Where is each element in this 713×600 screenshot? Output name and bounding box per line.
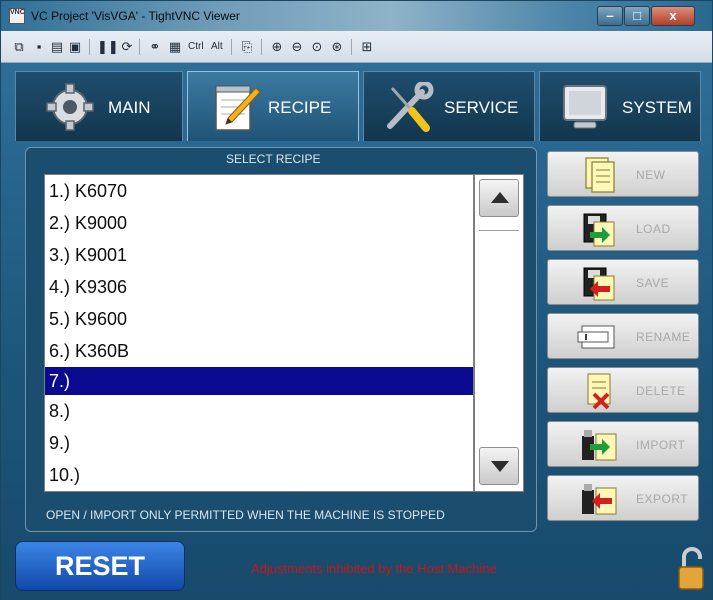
load-button[interactable]: LOAD	[547, 205, 699, 251]
list-item[interactable]: 3.) K9001	[45, 239, 473, 271]
zoom-in-icon[interactable]: ⊕	[269, 39, 285, 55]
tab-recipe[interactable]: RECIPE	[187, 71, 359, 141]
toolbar-separator	[261, 39, 262, 55]
refresh-icon[interactable]: ⟳	[119, 39, 135, 55]
toolbar-separator	[139, 39, 140, 55]
zoom-100-icon[interactable]: ⊙	[309, 39, 325, 55]
main-tab-bar: MAIN RECIPE SERVICE SYSTEM	[15, 71, 701, 141]
tab-system-label: SYSTEM	[622, 98, 692, 117]
tab-recipe-label: RECIPE	[268, 98, 332, 117]
copy-icon[interactable]: ⎘	[239, 39, 255, 55]
scroll-track[interactable]	[479, 223, 519, 231]
save-button-label: SAVE	[636, 276, 670, 290]
hmi-screen: MAIN RECIPE SERVICE SYSTEM SELECT RECIPE…	[1, 63, 712, 600]
rename-icon	[577, 325, 615, 349]
scroll-down-button[interactable]	[479, 447, 519, 485]
save-icon[interactable]: ▪	[31, 39, 47, 55]
options-icon[interactable]: ▤	[49, 39, 65, 55]
load-disk-icon	[583, 213, 615, 247]
tab-main[interactable]: MAIN	[15, 71, 183, 141]
ctrl-key-button[interactable]: Ctrl	[188, 41, 204, 52]
recipe-list[interactable]: 1.) K6070 2.) K9000 3.) K9001 4.) K9306 …	[44, 174, 474, 492]
list-item[interactable]: 9.)	[45, 427, 473, 459]
alt-key-button[interactable]: Alt	[211, 41, 223, 52]
list-item[interactable]: 5.) K9600	[45, 303, 473, 335]
gear-icon	[46, 83, 94, 131]
zoom-out-icon[interactable]: ⊖	[289, 39, 305, 55]
arrow-up-icon	[491, 192, 509, 203]
vnc-window: VNC VC Project 'VisVGA' - TightVNC Viewe…	[0, 0, 713, 600]
delete-button-label: DELETE	[636, 384, 686, 398]
toolbar-separator	[351, 39, 352, 55]
monitor-icon	[563, 85, 607, 129]
export-button[interactable]: EXPORT	[547, 475, 699, 521]
delete-button[interactable]: DELETE	[547, 367, 699, 413]
save-button[interactable]: SAVE	[547, 259, 699, 305]
list-item[interactable]: 2.) K9000	[45, 207, 473, 239]
recipe-panel: SELECT RECIPE 1.) K6070 2.) K9000 3.) K9…	[25, 147, 537, 532]
list-item[interactable]: 6.) K360B	[45, 335, 473, 367]
import-button[interactable]: IMPORT	[547, 421, 699, 467]
new-document-icon	[585, 157, 615, 193]
status-warning: Adjustments inhibited by the Host Machin…	[251, 561, 497, 576]
vnc-app-icon[interactable]: VNC	[9, 8, 25, 24]
list-item[interactable]: 10.)	[45, 459, 473, 491]
send-ctrl-esc-icon[interactable]: ▦	[167, 39, 183, 55]
list-item[interactable]: 1.) K6070	[45, 175, 473, 207]
panel-title: SELECT RECIPE	[226, 152, 321, 166]
reset-button[interactable]: RESET	[15, 541, 185, 591]
vnc-toolbar: ⧉ ▪ ▤ ▣ ❚❚ ⟳ ⚭ ▦ Ctrl Alt ⎘ ⊕ ⊖ ⊙ ⊛ ⊞	[1, 31, 712, 63]
save-disk-icon	[583, 267, 615, 301]
close-button[interactable]: x	[651, 6, 695, 26]
export-button-label: EXPORT	[636, 492, 689, 506]
import-usb-icon	[582, 430, 617, 461]
delete-document-icon	[587, 373, 611, 410]
permission-note: OPEN / IMPORT ONLY PERMITTED WHEN THE MA…	[46, 508, 445, 522]
list-item-selected[interactable]: 7.)	[45, 367, 473, 395]
arrow-down-icon	[491, 461, 509, 472]
tab-service[interactable]: SERVICE	[363, 71, 535, 141]
new-connection-icon[interactable]: ⧉	[11, 39, 27, 55]
window-title: VC Project 'VisVGA' - TightVNC Viewer	[31, 9, 240, 23]
title-bar: VNC VC Project 'VisVGA' - TightVNC Viewe…	[1, 1, 712, 31]
zoom-auto-icon[interactable]: ⊛	[329, 39, 345, 55]
rename-button[interactable]: RENAME	[547, 313, 699, 359]
wrench-screwdriver-icon	[387, 82, 434, 132]
load-button-label: LOAD	[636, 222, 671, 236]
send-ctrl-alt-del-icon[interactable]: ⚭	[147, 39, 163, 55]
pause-icon[interactable]: ❚❚	[97, 39, 119, 55]
list-item[interactable]: 4.) K9306	[45, 271, 473, 303]
list-scrollbar[interactable]	[474, 174, 524, 492]
toolbar-separator	[89, 39, 90, 55]
tab-system[interactable]: SYSTEM	[539, 71, 701, 141]
tab-service-label: SERVICE	[444, 98, 519, 117]
rename-button-label: RENAME	[636, 330, 691, 344]
fullscreen-icon[interactable]: ⊞	[359, 39, 375, 55]
maximize-button[interactable]: □	[624, 6, 650, 26]
scroll-up-button[interactable]	[479, 179, 519, 217]
info-icon[interactable]: ▣	[67, 39, 83, 55]
new-button[interactable]: NEW	[547, 151, 699, 197]
minimize-button[interactable]: –	[597, 6, 623, 26]
export-usb-icon	[582, 484, 617, 515]
import-button-label: IMPORT	[636, 438, 686, 452]
new-button-label: NEW	[636, 168, 666, 182]
unlocked-padlock-icon[interactable]	[676, 547, 706, 591]
tab-main-label: MAIN	[108, 98, 151, 117]
toolbar-separator	[231, 39, 232, 55]
list-item[interactable]: 8.)	[45, 395, 473, 427]
notepad-pencil-icon	[215, 85, 261, 131]
